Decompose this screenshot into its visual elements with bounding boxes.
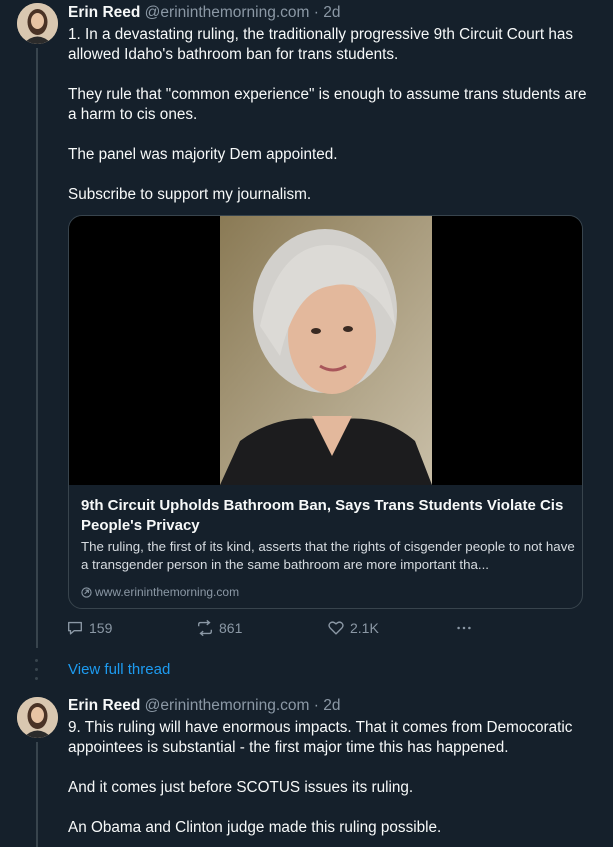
tweet-text: 9. This ruling will have enormous impact… [68, 718, 598, 838]
avatar-photo [17, 3, 58, 44]
like-count: 2.1K [350, 620, 379, 636]
avatar[interactable] [17, 3, 58, 44]
tweet-line: And it comes just before SCOTUS issues i… [68, 779, 414, 796]
link-icon [81, 586, 92, 598]
reply-icon [68, 621, 82, 635]
tweet-age[interactable]: 2d [323, 697, 340, 714]
tweet-line: 1. In a devastating ruling, the traditio… [68, 26, 574, 63]
tweet-age[interactable]: 2d [323, 4, 340, 21]
separator-dot: · [309, 4, 324, 21]
tweet-line: 9. This ruling will have enormous impact… [68, 719, 573, 756]
tweet-header: Erin Reed @erininthemorning.com · 2d [68, 697, 340, 715]
card-photo [220, 216, 432, 485]
link-card[interactable]: 9th Circuit Upholds Bathroom Ban, Says T… [68, 215, 583, 609]
repost-icon [198, 619, 212, 637]
separator-dot: · [309, 697, 324, 714]
tweet-line: Subscribe to support my journalism. [68, 186, 312, 203]
author-handle[interactable]: @erininthemorning.com [145, 697, 310, 714]
tweet-line: An Obama and Clinton judge made this rul… [68, 819, 442, 836]
more-options-button[interactable] [455, 619, 473, 637]
repost-button[interactable]: 861 [196, 619, 242, 637]
thread-dot [35, 659, 38, 662]
more-icon [457, 626, 471, 630]
thread-dot [35, 668, 38, 671]
reply-count: 159 [89, 620, 113, 636]
repost-count: 861 [219, 620, 243, 636]
card-title: 9th Circuit Upholds Bathroom Ban, Says T… [81, 497, 564, 534]
heart-icon [328, 621, 344, 635]
tweet-1: Erin Reed @erininthemorning.com · 2d 1. … [0, 0, 613, 650]
card-domain-text: www.erininthemorning.com [95, 585, 240, 599]
thread-dot [35, 677, 38, 680]
avatar-photo [17, 697, 58, 738]
tweet-line: They rule that "common experience" is en… [68, 86, 587, 123]
card-image [69, 216, 582, 485]
thread-line [36, 742, 38, 847]
view-full-thread-link[interactable]: View full thread [68, 661, 170, 678]
card-domain: www.erininthemorning.com [81, 585, 239, 599]
card-description: The ruling, the first of its kind, asser… [81, 539, 575, 572]
thread-line [36, 48, 38, 648]
avatar[interactable] [17, 697, 58, 738]
author-name[interactable]: Erin Reed [68, 697, 140, 714]
reply-button[interactable]: 159 [66, 619, 112, 637]
tweet-header: Erin Reed @erininthemorning.com · 2d [68, 4, 340, 22]
author-handle[interactable]: @erininthemorning.com [145, 4, 310, 21]
like-button[interactable]: 2.1K [327, 619, 379, 637]
author-name[interactable]: Erin Reed [68, 4, 140, 21]
tweet-actions: 159 861 2.1K [66, 619, 486, 639]
tweet-2: Erin Reed @erininthemorning.com · 2d 9. … [0, 695, 613, 847]
tweet-line: The panel was majority Dem appointed. [68, 146, 338, 163]
tweet-text: 1. In a devastating ruling, the traditio… [68, 25, 598, 205]
